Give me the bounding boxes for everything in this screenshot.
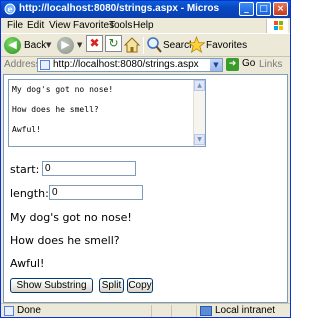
star-icon	[187, 35, 206, 54]
maximize-button[interactable]: □	[256, 2, 271, 16]
home-button[interactable]	[123, 36, 141, 55]
textarea-scrollbar[interactable]: ▲ ▼	[193, 80, 205, 146]
address-label: Address	[4, 59, 41, 70]
refresh-icon[interactable]: ↻	[105, 35, 122, 52]
close-button[interactable]: ×	[273, 2, 288, 16]
menu-tools[interactable]: Tools	[109, 20, 132, 31]
length-input[interactable]: 0	[49, 185, 143, 200]
scroll-up-icon[interactable]: ▲	[194, 80, 205, 91]
output-line: Awful!	[10, 257, 45, 270]
menu-edit[interactable]: Edit	[27, 20, 44, 31]
textarea-line: Awful!	[12, 125, 41, 134]
back-label: Back	[24, 40, 47, 51]
start-label: start:	[10, 163, 40, 176]
menu-bar: File Edit View Favorites Tools Help	[1, 18, 290, 33]
minimize-button[interactable]: _	[239, 2, 254, 16]
status-bar: Done Local intranet	[1, 303, 290, 317]
links-button[interactable]: Links	[259, 59, 282, 70]
chevron-down-icon[interactable]: ▼	[46, 41, 51, 49]
ie-icon: e	[4, 3, 16, 15]
windows-logo-icon	[266, 19, 288, 33]
home-icon	[123, 37, 141, 53]
address-bar: Address http://localhost:8080/strings.as…	[1, 57, 290, 73]
scroll-down-icon[interactable]: ▼	[194, 134, 205, 145]
chevron-down-icon[interactable]: ▼	[77, 41, 82, 49]
textarea-line: My dog's got no nose!	[12, 85, 114, 94]
search-icon	[147, 37, 162, 53]
page-icon	[4, 306, 14, 316]
status-divider	[171, 305, 172, 317]
go-arrow-icon: ➜	[226, 58, 239, 71]
menu-view[interactable]: View	[49, 20, 71, 31]
status-text: Done	[17, 305, 41, 316]
favorites-label: Favorites	[206, 40, 248, 51]
output-line: How does he smell?	[10, 234, 120, 247]
stop-icon[interactable]: ✖	[86, 35, 103, 52]
title-bar[interactable]: e http://localhost:8080/strings.aspx - M…	[1, 1, 290, 18]
menu-file[interactable]: File	[7, 20, 23, 31]
page-content: My dog's got no nose! How does he smell?…	[3, 74, 288, 303]
page-icon	[40, 60, 50, 70]
back-button[interactable]: ◀ Back ▼	[4, 36, 54, 55]
search-button[interactable]: Search	[146, 36, 195, 55]
show-substring-button[interactable]: Show Substring	[10, 278, 93, 293]
split-button[interactable]: Split	[99, 278, 124, 293]
back-arrow-icon: ◀	[4, 37, 21, 54]
copy-button[interactable]: Copy	[127, 278, 153, 293]
address-url: http://localhost:8080/strings.aspx	[53, 59, 199, 70]
intranet-icon	[200, 306, 212, 316]
forward-button[interactable]: ▶ ▼	[57, 36, 85, 55]
window-title: http://localhost:8080/strings.aspx - Mic…	[19, 3, 219, 14]
address-input[interactable]: http://localhost:8080/strings.aspx ▼	[37, 58, 223, 72]
status-divider	[151, 305, 152, 317]
start-input[interactable]: 0	[42, 161, 136, 176]
toolbar: ◀ Back ▼ ▶ ▼ ✖ ↻ Search Favorites	[1, 33, 290, 57]
favorites-button[interactable]: Favorites	[187, 35, 247, 55]
security-zone: Local intranet	[215, 305, 276, 316]
go-label: Go	[242, 58, 256, 69]
text-area[interactable]: My dog's got no nose! How does he smell?…	[8, 79, 206, 147]
chevron-down-icon[interactable]: ▼	[210, 59, 222, 71]
forward-arrow-icon: ▶	[57, 37, 74, 54]
toolbar-separator	[143, 37, 144, 54]
status-divider	[196, 305, 197, 317]
browser-window: e http://localhost:8080/strings.aspx - M…	[0, 0, 291, 318]
output-line: My dog's got no nose!	[10, 211, 132, 224]
menu-favorites[interactable]: Favorites	[73, 20, 114, 31]
length-label: length:	[10, 187, 49, 200]
textarea-line: How does he smell?	[12, 105, 99, 114]
svg-text:e: e	[8, 4, 13, 14]
menu-help[interactable]: Help	[133, 20, 154, 31]
